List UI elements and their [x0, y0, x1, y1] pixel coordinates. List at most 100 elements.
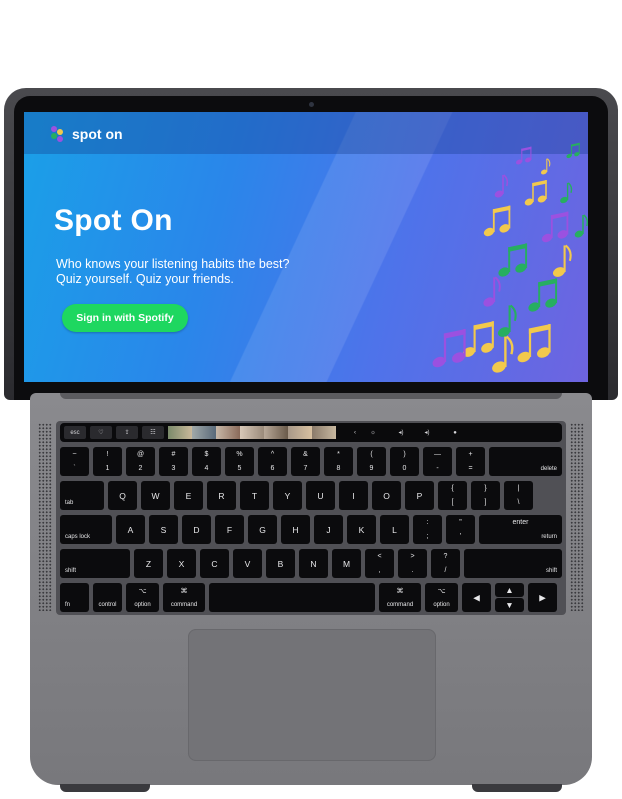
key-label: return	[541, 534, 557, 540]
key-c[interactable]: C	[200, 549, 229, 578]
option-left-key[interactable]: ⌥ option	[126, 583, 159, 612]
key-label: 9	[369, 465, 374, 472]
key-10[interactable]: (9	[357, 447, 386, 476]
key-punct-1[interactable]: " '	[446, 515, 475, 544]
arrow-right-key[interactable]: ▶	[528, 583, 557, 612]
key-g[interactable]: G	[248, 515, 277, 544]
key-b[interactable]: B	[266, 549, 295, 578]
tab-key[interactable]: tab	[60, 481, 104, 510]
key-label: |	[517, 485, 520, 492]
key-l[interactable]: L	[380, 515, 409, 544]
share-icon[interactable]: ⇪	[116, 426, 138, 439]
arrow-up-key[interactable]: ▲	[495, 583, 524, 597]
thumbnail[interactable]	[192, 426, 216, 439]
key-5[interactable]: $4	[192, 447, 221, 476]
key-label: option	[433, 602, 450, 608]
thumbnail[interactable]	[288, 426, 312, 439]
arrow-down-key[interactable]: ▼	[495, 598, 524, 612]
key-p[interactable]: P	[405, 481, 434, 510]
key-13[interactable]: + =	[456, 447, 485, 476]
key-2[interactable]: ! 1	[93, 447, 122, 476]
app-screen: spot on Spot On Who knows your listening…	[24, 112, 588, 382]
key-d[interactable]: D	[182, 515, 211, 544]
key-u[interactable]: U	[306, 481, 335, 510]
key-label: Y	[284, 490, 291, 501]
key-punct-0[interactable]: :;	[413, 515, 442, 544]
thumbnail[interactable]	[312, 426, 336, 439]
key-e[interactable]: E	[174, 481, 203, 510]
fn-key[interactable]: fn	[60, 583, 89, 612]
command-left-key[interactable]: ⌘ command	[163, 583, 205, 612]
arrow-left-key[interactable]: ◀	[462, 583, 491, 612]
key-bracket-1[interactable]: }]	[471, 481, 500, 510]
key-x[interactable]: X	[167, 549, 196, 578]
key-label: 1	[105, 465, 110, 472]
volume-icon[interactable]: ◂)	[394, 426, 408, 439]
trackpad[interactable]	[188, 629, 436, 761]
key-label: S	[160, 524, 167, 535]
keyboard: esc ♡ ⇪ ☷ ‹ ☼ ◂) ◂) ● ~ `! 1 @2 #3 $ 4 %…	[56, 421, 566, 615]
key-z[interactable]: Z	[134, 549, 163, 578]
shift-left-key[interactable]: shift	[60, 549, 130, 578]
key-6[interactable]: % 5	[225, 447, 254, 476]
chevron-left-icon[interactable]: ‹	[348, 426, 362, 439]
key-sym-1[interactable]: >.	[398, 549, 427, 578]
key-a[interactable]: A	[116, 515, 145, 544]
heart-icon[interactable]: ♡	[90, 426, 112, 439]
key-s[interactable]: S	[149, 515, 178, 544]
thumbnail[interactable]	[216, 426, 240, 439]
space-bar[interactable]	[209, 583, 375, 612]
key-j[interactable]: J	[314, 515, 343, 544]
key-label: X	[178, 558, 185, 569]
key-8[interactable]: & 7	[291, 447, 320, 476]
key-label: `	[73, 465, 76, 472]
key-sym-0[interactable]: <,	[365, 549, 394, 578]
option-right-key[interactable]: ⌥ option	[425, 583, 458, 612]
hero-subtitle: Who knows your listening habits the best…	[56, 257, 356, 287]
key-label: ◀	[473, 592, 480, 602]
key-t[interactable]: T	[240, 481, 269, 510]
key-i[interactable]: I	[339, 481, 368, 510]
key-y[interactable]: Y	[273, 481, 302, 510]
key-w[interactable]: W	[141, 481, 170, 510]
key-h[interactable]: H	[281, 515, 310, 544]
control-key[interactable]: control	[93, 583, 122, 612]
delete-key[interactable]: delete	[489, 447, 562, 476]
esc-key[interactable]: esc	[64, 426, 86, 439]
key-k[interactable]: K	[347, 515, 376, 544]
sign-in-with-spotify-button[interactable]: Sign in with Spotify	[62, 304, 188, 332]
key-4[interactable]: #3	[159, 447, 188, 476]
key-o[interactable]: O	[372, 481, 401, 510]
brightness-icon[interactable]: ☼	[366, 426, 380, 439]
key-9[interactable]: * 8	[324, 447, 353, 476]
music-note-icon	[483, 205, 511, 237]
key-12[interactable]: — -	[423, 447, 452, 476]
key-f[interactable]: F	[215, 515, 244, 544]
siri-icon[interactable]: ●	[448, 426, 462, 439]
touchbar-thumbnails[interactable]	[168, 426, 336, 439]
key-7[interactable]: ^ 6	[258, 447, 287, 476]
key-m[interactable]: M	[332, 549, 361, 578]
key-n[interactable]: N	[299, 549, 328, 578]
thumbnail[interactable]	[240, 426, 264, 439]
music-notes-illustration	[432, 142, 588, 373]
thumbnail[interactable]	[264, 426, 288, 439]
app-logo[interactable]: spot on	[48, 124, 123, 144]
shift-right-key[interactable]: shift	[464, 549, 562, 578]
key-3[interactable]: @2	[126, 447, 155, 476]
mute-icon[interactable]: ◂)	[420, 426, 434, 439]
key-q[interactable]: Q	[108, 481, 137, 510]
thumbnail[interactable]	[168, 426, 192, 439]
key-bracket-0[interactable]: {[	[438, 481, 467, 510]
key-r[interactable]: R	[207, 481, 236, 510]
key-1[interactable]: ~ `	[60, 447, 89, 476]
key-11[interactable]: ) 0	[390, 447, 419, 476]
key-label: F	[226, 524, 233, 535]
key-v[interactable]: V	[233, 549, 262, 578]
sliders-icon[interactable]: ☷	[142, 426, 164, 439]
key-sym-2[interactable]: ? /	[431, 549, 460, 578]
command-right-key[interactable]: ⌘ command	[379, 583, 421, 612]
return-key[interactable]: enter return	[479, 515, 562, 544]
caps-lock-key[interactable]: caps lock	[60, 515, 112, 544]
key-bracket-2[interactable]: | \	[504, 481, 533, 510]
